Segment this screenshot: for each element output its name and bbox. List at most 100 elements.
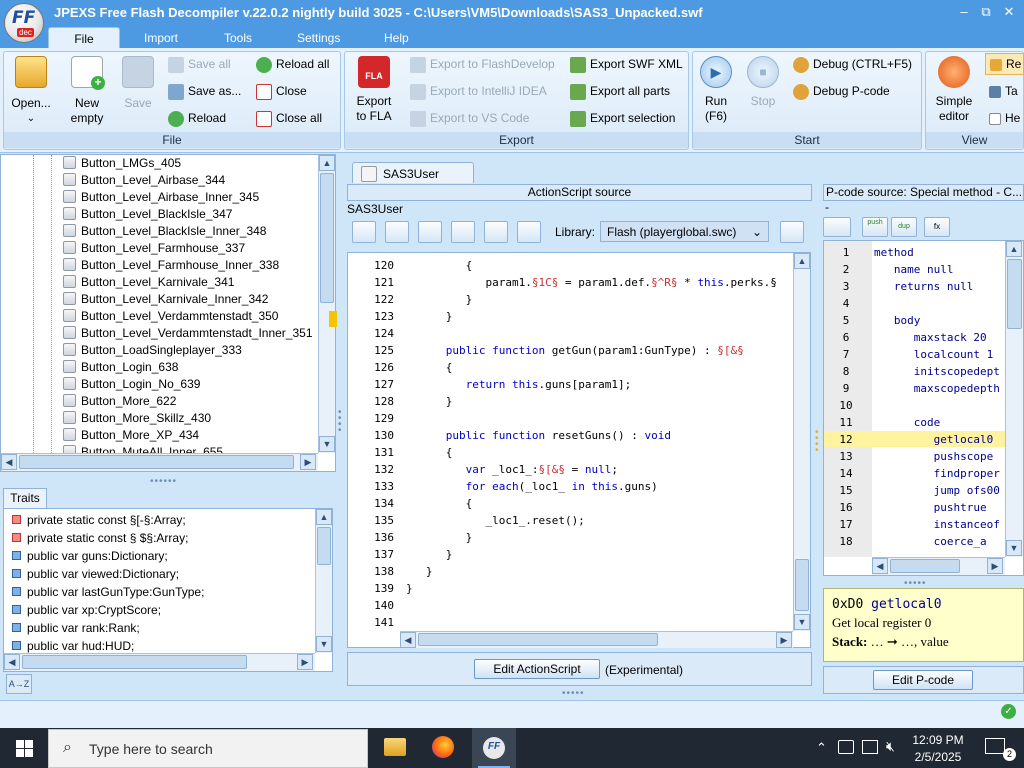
scroll-thumb[interactable] xyxy=(19,455,294,469)
tree-item[interactable]: Button_Level_Airbase_Inner_345 xyxy=(63,190,259,207)
resource-tree[interactable]: Button_LMGs_405 Button_Level_Airbase_344 B… xyxy=(0,154,337,472)
tab-import[interactable]: Import xyxy=(130,27,192,48)
scroll-right-arrow[interactable]: ▶ xyxy=(776,632,792,648)
pcode-line[interactable]: instanceof xyxy=(874,518,1000,531)
scroll-left-arrow[interactable]: ◀ xyxy=(1,454,17,470)
scroll-down-arrow[interactable]: ▼ xyxy=(316,636,332,652)
scroll-thumb[interactable] xyxy=(795,559,809,611)
reload-button[interactable]: Reload xyxy=(168,111,226,127)
tab-help[interactable]: Help xyxy=(370,27,423,48)
editor-hscrollbar[interactable]: ◀ ▶ xyxy=(400,631,793,648)
pcode-line[interactable]: body xyxy=(874,314,921,327)
pcode-line[interactable]: maxstack 20 xyxy=(874,331,987,344)
view-tags-button[interactable]: Ta xyxy=(989,84,1024,98)
save-as-button[interactable]: Save as... xyxy=(168,84,241,100)
tab-file[interactable]: File xyxy=(48,27,120,48)
taskbar-ffdec-button[interactable]: FF xyxy=(472,728,516,768)
scroll-left-arrow[interactable]: ◀ xyxy=(400,632,416,648)
editor-vscrollbar[interactable]: ▲ ▼ xyxy=(793,253,810,631)
graph-icon[interactable] xyxy=(823,217,851,237)
chevron-up-icon[interactable]: ⌃ xyxy=(816,740,827,756)
code-line[interactable]: } xyxy=(406,310,453,323)
view-hex-button[interactable]: He xyxy=(989,111,1024,125)
export-swf-xml-button[interactable]: Export SWF XML xyxy=(570,57,683,73)
deobfuscate-icon[interactable] xyxy=(451,221,475,243)
tab-settings[interactable]: Settings xyxy=(283,27,354,48)
trait-item[interactable]: public var viewed:Dictionary; xyxy=(12,567,179,581)
code-line[interactable]: { xyxy=(406,259,473,272)
file-explorer-icon[interactable] xyxy=(384,738,406,756)
scroll-thumb[interactable] xyxy=(320,173,334,303)
code-line[interactable]: for each(_loc1_ in this.guns) xyxy=(406,480,658,493)
code-line[interactable]: } xyxy=(406,582,413,595)
code-line[interactable]: public function getGun(param1:GunType) :… xyxy=(406,344,744,357)
close-all-button[interactable]: Close all xyxy=(256,111,322,127)
close-button[interactable]: ✕ xyxy=(1000,4,1018,20)
link-icon[interactable] xyxy=(780,221,804,243)
export-intellij-button[interactable]: Export to IntelliJ IDEA xyxy=(410,84,547,100)
code-line[interactable]: { xyxy=(406,361,453,374)
tree-item[interactable]: Button_More_Skillz_430 xyxy=(63,411,211,428)
trait-item[interactable]: public var guns:Dictionary; xyxy=(12,549,168,563)
pcode-line[interactable]: code xyxy=(874,416,941,429)
pcode-line[interactable]: initscopedept xyxy=(874,365,1000,378)
library-select[interactable]: Flash (playerglobal.swc) ⌄ xyxy=(600,221,769,242)
minimize-button[interactable]: – xyxy=(955,4,973,20)
scroll-thumb[interactable] xyxy=(890,559,960,573)
actionscript-editor[interactable]: 120 {121 param1.§1C§ = param1.def.§^R§ *… xyxy=(347,252,811,648)
dup-icon[interactable]: dup xyxy=(891,217,917,237)
pcode-line[interactable]: coerce_a xyxy=(874,535,987,548)
edit-pcode-button[interactable]: Edit P-code xyxy=(873,670,973,690)
scroll-down-arrow[interactable]: ▼ xyxy=(319,436,335,452)
tree-item[interactable]: Button_Level_BlackIsle_347 xyxy=(63,207,232,224)
code-line[interactable]: } xyxy=(406,293,473,306)
traits-list[interactable]: private static const §[-§:Array; private … xyxy=(3,508,333,672)
scroll-down-arrow[interactable]: ▼ xyxy=(794,614,810,630)
scroll-left-arrow[interactable]: ◀ xyxy=(4,654,20,670)
code-line[interactable]: } xyxy=(406,565,433,578)
run-button[interactable]: ▶ Run (F6) xyxy=(696,56,736,124)
stop-button[interactable]: ■ Stop xyxy=(743,56,783,109)
tree-vscrollbar[interactable]: ▲ ▼ xyxy=(318,155,335,453)
save-all-button[interactable]: Save all xyxy=(168,57,231,73)
tree-item[interactable]: Button_Login_No_639 xyxy=(63,377,200,394)
code-line[interactable]: _loc1_.reset(); xyxy=(406,514,584,527)
function-icon[interactable]: fx xyxy=(924,217,950,237)
tree-item[interactable]: Button_Level_Karnivale_Inner_342 xyxy=(63,292,268,309)
pcode-line[interactable]: method xyxy=(874,246,914,259)
close-file-button[interactable]: Close xyxy=(256,84,307,100)
pdf-export-icon[interactable] xyxy=(418,221,442,243)
tree-item[interactable]: Button_Level_Verdammtenstadt_350 xyxy=(63,309,278,326)
code-line[interactable]: { xyxy=(406,446,453,459)
pcode-line[interactable]: localcount 1 xyxy=(874,348,993,361)
code-line[interactable]: } xyxy=(406,531,473,544)
list-icon[interactable] xyxy=(517,221,541,243)
scroll-up-arrow[interactable]: ▲ xyxy=(794,253,810,269)
scroll-up-arrow[interactable]: ▲ xyxy=(316,509,332,525)
taskbar-search-box[interactable]: ⌕ Type here to search xyxy=(48,729,368,768)
clock-time[interactable]: 12:09 PM xyxy=(905,733,971,747)
trait-item[interactable]: private static const §[-§:Array; xyxy=(12,513,186,527)
pcode-vscrollbar[interactable]: ▲ ▼ xyxy=(1005,241,1023,557)
traits-vscrollbar[interactable]: ▲ ▼ xyxy=(315,509,332,653)
code-line[interactable]: { xyxy=(406,497,473,510)
scroll-up-arrow[interactable]: ▲ xyxy=(319,155,335,171)
volume-muted-icon[interactable]: 🔇︎ xyxy=(886,738,895,755)
pcode-line[interactable]: findproper xyxy=(874,467,1000,480)
rename-icon[interactable] xyxy=(484,221,508,243)
export-flashdevelop-button[interactable]: Export to FlashDevelop xyxy=(410,57,555,73)
trait-item[interactable]: public var hud:HUD; xyxy=(12,639,134,653)
export-selection-button[interactable]: Export selection xyxy=(570,111,675,127)
pcode-line[interactable]: jump ofs00 xyxy=(874,484,1000,497)
export-fla-button[interactable]: FLA Export to FLA xyxy=(350,56,398,124)
code-line[interactable]: } xyxy=(406,395,453,408)
windows-start-icon[interactable] xyxy=(16,740,33,757)
simple-editor-button[interactable]: Simple editor xyxy=(928,56,980,124)
scroll-thumb[interactable] xyxy=(418,633,658,646)
clock-date[interactable]: 2/5/2025 xyxy=(905,750,971,764)
tree-item[interactable]: Button_More_XP_434 xyxy=(63,428,199,445)
pcode-line[interactable]: name null xyxy=(874,263,954,276)
security-icon[interactable] xyxy=(838,740,854,754)
tree-item[interactable]: Button_Level_Farmhouse_337 xyxy=(63,241,245,258)
tree-hscrollbar[interactable]: ◀ ▶ xyxy=(1,453,318,471)
